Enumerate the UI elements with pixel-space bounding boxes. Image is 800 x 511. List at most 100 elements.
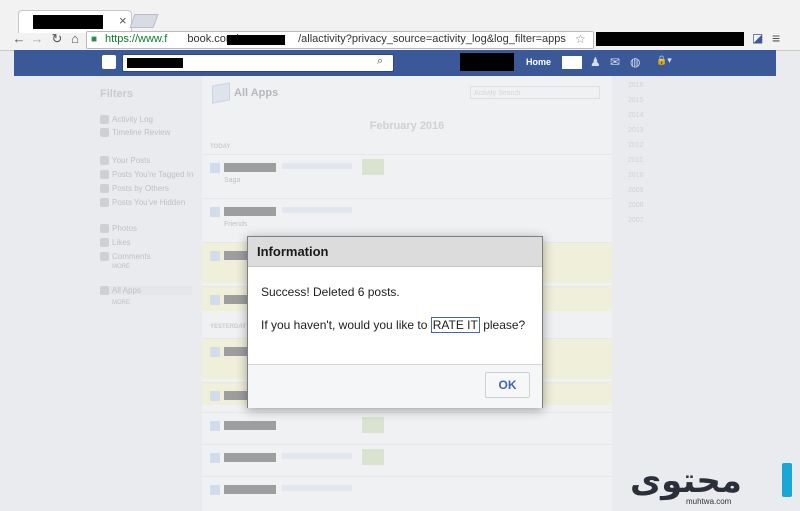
year-navigator: 2016 2015 2014 2013 2012 2011 2010 2009 … [626, 76, 666, 276]
filter-hidden[interactable]: Posts You've Hidden [100, 198, 185, 208]
url-prefix: https://www.f [105, 33, 168, 45]
year-link[interactable]: 2010 [628, 172, 644, 179]
filter-timeline-review[interactable]: Timeline Review [100, 128, 170, 138]
photo-icon [100, 224, 109, 234]
hidden-icon [100, 198, 109, 208]
people-icon [100, 184, 109, 194]
notifications-icon[interactable]: ◍ [630, 55, 640, 69]
profile-block[interactable] [562, 56, 582, 69]
ok-button[interactable]: OK [485, 372, 530, 398]
app-icon [210, 347, 220, 357]
year-link[interactable]: 2015 [628, 97, 644, 104]
app-icon [210, 295, 220, 305]
filter-tagged[interactable]: Posts You're Tagged In [100, 170, 193, 180]
filter-comments[interactable]: Comments [100, 252, 151, 262]
menu-icon[interactable]: ≡ [772, 30, 780, 46]
prompt-after: please? [479, 318, 526, 332]
row-redaction [224, 485, 276, 494]
dialog-prompt: If you haven't, would you like to RATE I… [261, 317, 526, 333]
search-icon[interactable]: ⌕ [377, 55, 383, 68]
extension-icon[interactable]: ◪ [752, 31, 763, 45]
extensions-redaction [596, 32, 744, 46]
lock-icon: ■ [91, 34, 98, 45]
filter-more[interactable]: MORE [100, 264, 130, 270]
activity-row[interactable]: Saga [202, 154, 612, 195]
filter-your-posts[interactable]: Your Posts [100, 156, 150, 166]
watermark-url: muhtwa.com [686, 497, 732, 506]
row-sublabel: Saga [224, 177, 241, 184]
row-text [282, 163, 352, 169]
app-icon [210, 207, 220, 217]
filter-more-2[interactable]: MORE [100, 300, 130, 306]
app-icon [210, 391, 220, 401]
app-icon [210, 421, 220, 431]
filter-likes[interactable]: Likes [100, 238, 131, 248]
row-redaction [224, 207, 276, 216]
facebook-logo[interactable] [102, 55, 116, 69]
activity-icon [100, 115, 109, 125]
dialog-message: Success! Deleted 6 posts. [261, 285, 400, 299]
year-link[interactable]: 2011 [628, 157, 643, 164]
home-icon[interactable]: ⌂ [66, 30, 84, 48]
friend-requests-icon[interactable]: ♟ [590, 55, 601, 69]
facebook-search-input[interactable]: ⌕ [122, 54, 394, 72]
forward-icon[interactable]: → [28, 30, 46, 48]
account-menu-icon[interactable]: 🔒▾ [656, 55, 672, 66]
tab-close-icon[interactable]: × [119, 13, 127, 28]
facebook-top-bar: ⌕ Home ♟ ✉ ◍ 🔒▾ [14, 50, 776, 76]
app-icon [210, 163, 220, 173]
tag-icon [100, 170, 109, 180]
filters-title: Filters [100, 88, 134, 100]
prompt-before: If you haven't, would you like to [261, 318, 431, 332]
activity-search-input[interactable]: Activity Search [470, 86, 600, 99]
app-icon [210, 485, 220, 495]
year-link[interactable]: 2007 [628, 217, 644, 224]
url-text: https://www.f book.com//allactivity?priva… [105, 33, 566, 45]
filter-activity-log[interactable]: Activity Log [100, 115, 153, 125]
new-tab-button[interactable] [129, 14, 159, 28]
filter-posts-by-others[interactable]: Posts by Others [100, 184, 169, 194]
month-header: February 2016 [369, 120, 445, 132]
row-image [362, 417, 384, 433]
information-dialog: Information Success! Deleted 6 posts. If… [247, 236, 543, 408]
filter-photos[interactable]: Photos [100, 224, 137, 234]
address-bar[interactable]: ■ https://www.f book.com//allactivity?pri… [86, 31, 594, 49]
row-redaction [224, 163, 276, 172]
apps-icon [100, 286, 109, 296]
tab-title-redaction [33, 15, 103, 29]
rate-it-link[interactable]: RATE IT [430, 317, 480, 333]
review-icon [100, 128, 109, 138]
home-link[interactable]: Home [526, 57, 551, 67]
activity-row[interactable] [202, 476, 612, 511]
reload-icon[interactable]: ↻ [48, 30, 66, 48]
bookmark-star-icon[interactable]: ☆ [575, 32, 586, 46]
page-title: All Apps [234, 87, 279, 99]
watermark-bar [782, 463, 792, 497]
section-yesterday: YESTERDAY [210, 324, 247, 330]
url-suffix: /allactivity?privacy_source=activity_log… [298, 33, 566, 45]
row-image [362, 159, 384, 175]
messages-icon[interactable]: ✉ [610, 55, 620, 69]
app-icon [210, 251, 220, 261]
row-image [362, 449, 384, 465]
dialog-footer: OK [248, 364, 542, 408]
profile-name-redaction[interactable] [460, 53, 514, 71]
row-text [282, 485, 352, 491]
search-redaction [127, 58, 183, 68]
activity-row[interactable]: Friends [202, 198, 612, 239]
watermark-logo: محتوى [630, 461, 742, 501]
year-link[interactable]: 2014 [628, 112, 644, 119]
year-link[interactable]: 2016 [628, 82, 644, 89]
dialog-title: Information [257, 244, 329, 259]
year-link[interactable]: 2013 [628, 127, 644, 134]
filter-all-apps[interactable]: All Apps [100, 286, 192, 296]
row-text [282, 453, 352, 459]
row-sublabel: Friends [224, 221, 248, 228]
year-link[interactable]: 2009 [628, 187, 644, 194]
year-link[interactable]: 2008 [628, 202, 644, 209]
back-icon[interactable]: ← [10, 30, 28, 48]
apps-cube-icon [212, 82, 230, 104]
year-link[interactable]: 2012 [628, 142, 644, 149]
url-redaction [227, 35, 285, 45]
user-icon [100, 156, 109, 166]
